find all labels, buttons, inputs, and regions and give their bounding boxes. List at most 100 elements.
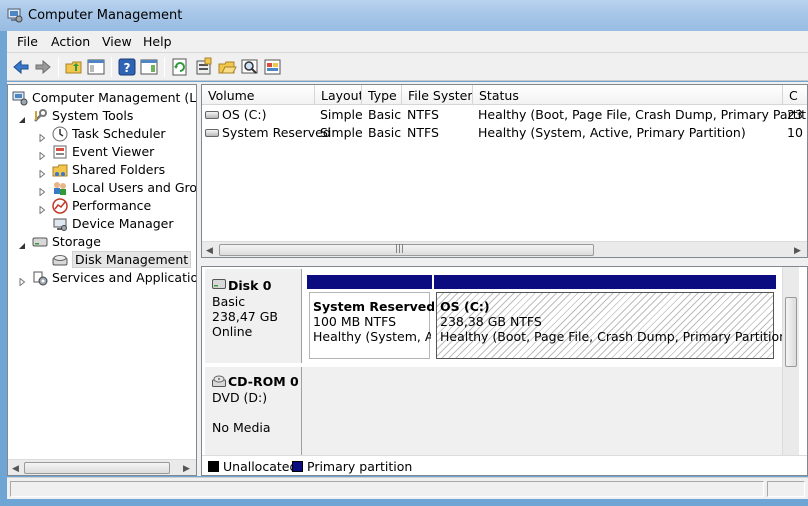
open-icon[interactable]	[217, 57, 237, 77]
tree-item-label: Event Viewer	[72, 144, 155, 159]
partition-status: Healthy (Boot, Page File, Crash Dump, Pr…	[440, 329, 792, 344]
disk-0-type: Basic	[212, 294, 246, 309]
column-header-layout[interactable]: Layout	[315, 85, 362, 105]
tree-item-label: Local Users and Groups	[72, 180, 197, 195]
scroll-thumb[interactable]: |||	[219, 244, 594, 256]
collapsed-arrow-icon[interactable]	[38, 184, 46, 197]
cell-type: Basic	[368, 125, 402, 140]
legend-label-primary: Primary partition	[307, 459, 413, 474]
column-header-volume[interactable]: Volume	[202, 85, 315, 105]
tree-item-system-tools[interactable]: System Tools	[8, 107, 196, 125]
column-header-file-system[interactable]: File System	[402, 85, 473, 105]
hard-disk-icon	[212, 279, 226, 289]
client-area: Computer Management (Local System Tools Ta…	[7, 82, 808, 476]
storage-icon	[32, 234, 48, 250]
event-viewer-icon	[52, 144, 68, 160]
users-icon	[52, 180, 68, 196]
menu-help[interactable]: Help	[143, 34, 172, 49]
title-bar[interactable]: Computer Management	[0, 0, 808, 31]
legend-label-unallocated: Unallocated	[223, 459, 298, 474]
tree-item-label: System Tools	[52, 108, 134, 123]
scroll-right-icon[interactable]: ▶	[183, 464, 190, 474]
cdrom-0-label[interactable]: CD-ROM 0 DVD (D:) No Media	[205, 367, 302, 455]
tree-item-label: Shared Folders	[72, 162, 166, 177]
performance-icon	[52, 198, 68, 214]
partition-system-reserved[interactable]: System Reserved 100 MB NTFS Healthy (Sys…	[307, 275, 435, 361]
cdrom-empty-area	[302, 367, 782, 455]
disk-vertical-scrollbar[interactable]	[782, 267, 799, 463]
forward-arrow-icon[interactable]	[33, 57, 53, 77]
tree-item-shared-folders[interactable]: Shared Folders	[8, 161, 196, 179]
computer-management-icon	[12, 90, 28, 106]
menu-view[interactable]: View	[102, 34, 132, 49]
computer-management-icon	[7, 8, 23, 23]
cell-layout: Simple	[320, 107, 363, 122]
tree-item-disk-management[interactable]: Disk Management	[8, 251, 196, 269]
tree-item-performance[interactable]: Performance	[8, 197, 196, 215]
settings-icon[interactable]	[263, 57, 283, 77]
show-hide-action-pane-icon[interactable]	[139, 57, 159, 77]
collapsed-arrow-icon[interactable]	[38, 130, 46, 143]
cell-volume: System Reserved	[222, 125, 331, 140]
collapsed-arrow-icon[interactable]	[18, 274, 26, 287]
tree-item-event-viewer[interactable]: Event Viewer	[8, 143, 196, 161]
column-header-capacity[interactable]: C	[783, 85, 807, 105]
svg-text:?: ?	[124, 61, 131, 75]
help-icon[interactable]: ?	[117, 57, 137, 77]
partition-size: 238,38 GB NTFS	[440, 314, 542, 329]
list-horizontal-scrollbar[interactable]: ◀ ||| ▶	[202, 241, 807, 257]
scroll-left-icon[interactable]: ◀	[206, 246, 213, 256]
tree-horizontal-scrollbar[interactable]: ◀ ▶	[8, 459, 196, 475]
expanded-arrow-icon[interactable]	[18, 112, 26, 123]
disk-0-label[interactable]: Disk 0 Basic 238,47 GB Online	[205, 269, 302, 363]
cdrom-0-media: No Media	[212, 420, 271, 435]
back-arrow-icon[interactable]	[11, 57, 31, 77]
volume-list: Volume Layout Type File System Status C …	[201, 84, 808, 258]
legend: Unallocated Primary partition	[202, 455, 807, 475]
properties-icon[interactable]	[194, 57, 214, 77]
scroll-thumb[interactable]	[785, 297, 797, 367]
tree-item-task-scheduler[interactable]: Task Scheduler	[8, 125, 196, 143]
legend-swatch-unallocated	[208, 461, 219, 472]
status-cell-secondary	[767, 481, 805, 497]
cdrom-0-drive: DVD (D:)	[212, 390, 268, 405]
status-cell-main	[10, 481, 764, 497]
shared-folders-icon	[52, 162, 68, 178]
cell-layout: Simple	[320, 125, 363, 140]
tree-item-label: Disk Management	[72, 251, 192, 268]
tree-item-label: Task Scheduler	[72, 126, 166, 141]
cdrom-icon	[212, 375, 226, 387]
tree-item-storage[interactable]: Storage	[8, 233, 196, 251]
up-folder-icon[interactable]	[64, 57, 84, 77]
disk-graphical-view: Disk 0 Basic 238,47 GB Online System Res…	[201, 266, 808, 476]
tree-item-services-and-applications[interactable]: Services and Applications	[8, 269, 196, 287]
scroll-thumb[interactable]	[24, 462, 170, 474]
disk-0-status: Online	[212, 324, 253, 339]
navigation-tree: Computer Management (Local System Tools Ta…	[7, 84, 197, 476]
services-icon	[32, 270, 48, 286]
tree-item-local-users-and-groups[interactable]: Local Users and Groups	[8, 179, 196, 197]
partition-os-c[interactable]: OS (C:) 238,38 GB NTFS Healthy (Boot, Pa…	[434, 275, 792, 361]
disk-management-icon	[52, 252, 68, 268]
tree-item-device-manager[interactable]: Device Manager	[8, 215, 196, 233]
collapsed-arrow-icon[interactable]	[38, 166, 46, 179]
cell-volume: OS (C:)	[222, 107, 267, 122]
scroll-right-icon[interactable]: ▶	[794, 246, 801, 256]
cell-capacity: 10	[787, 125, 803, 140]
collapsed-arrow-icon[interactable]	[38, 148, 46, 161]
refresh-icon[interactable]	[170, 57, 190, 77]
expanded-arrow-icon[interactable]	[18, 238, 26, 249]
column-header-type[interactable]: Type	[362, 85, 402, 105]
scroll-left-icon[interactable]: ◀	[12, 464, 19, 474]
column-header-status[interactable]: Status	[473, 85, 783, 105]
window-title: Computer Management	[28, 8, 183, 23]
menu-file[interactable]: File	[17, 34, 38, 49]
search-icon[interactable]	[240, 57, 260, 77]
show-hide-tree-icon[interactable]	[86, 57, 106, 77]
partition-status: Healthy (System, Act	[313, 329, 431, 344]
device-manager-icon	[52, 216, 68, 232]
menu-action[interactable]: Action	[51, 34, 90, 49]
volume-drive-icon	[205, 129, 219, 137]
tree-item-computer-management-local[interactable]: Computer Management (Local	[8, 89, 196, 107]
collapsed-arrow-icon[interactable]	[38, 202, 46, 215]
